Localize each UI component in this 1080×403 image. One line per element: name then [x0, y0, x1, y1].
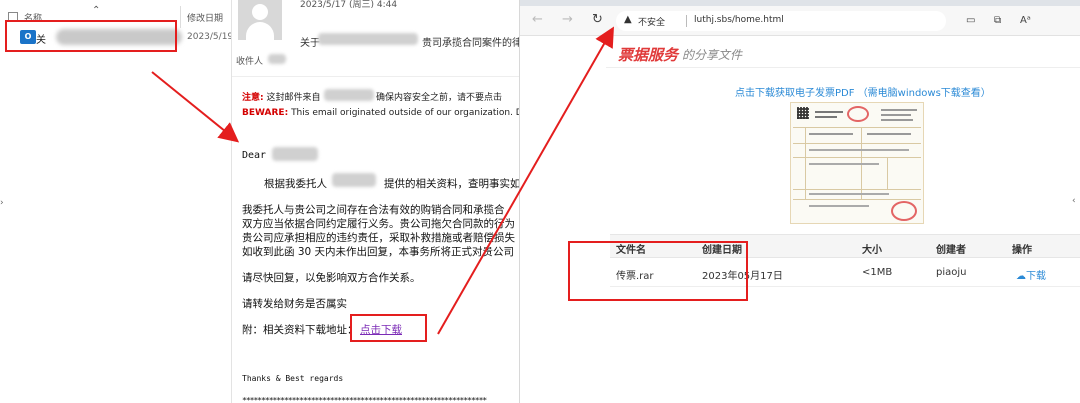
invoice-column-rule — [805, 127, 806, 199]
table-header-action: 操作 — [1012, 245, 1032, 256]
cell-size: <1MB — [862, 267, 893, 278]
invoice-text-line — [809, 149, 909, 151]
redacted-notice — [324, 89, 374, 101]
recipient-label: 收件人 — [236, 57, 264, 67]
attachment-label: 附：相关资料下载地址： — [242, 324, 358, 336]
external-notice: 注意: 这封邮件来自 — [242, 90, 321, 103]
download-prompt-link[interactable]: 点击下载获取电子发票PDF （需电脑windows下载查看） — [735, 84, 991, 99]
paragraph-4: 请转发给财务是否属实 — [242, 298, 347, 310]
invoice-text-line — [881, 109, 917, 111]
paragraph-2-line-3: 贵公司应承担相应的违约责任，采取补救措施或者赔偿损失 — [242, 232, 515, 244]
paragraph-2-line-2: 双方应当依据合同约定履行义务。贵公司拖欠合同款的行为 — [242, 218, 515, 230]
redacted-name — [272, 147, 318, 161]
site-title: 票据服务 — [618, 46, 679, 64]
invoice-text-line — [867, 133, 911, 135]
sort-up-icon: ⌃ — [92, 5, 101, 16]
invoice-text-line — [881, 119, 913, 121]
email-subject-suffix: 贵司承揽合同案件的律 — [422, 38, 520, 49]
redacted-subject — [318, 33, 418, 45]
read-aloud-icon[interactable]: Aᵃ — [1020, 15, 1031, 26]
greeting: Dear — [242, 150, 267, 161]
notice-text-a: 这封邮件来自 — [266, 93, 321, 103]
invoice-text-line — [881, 114, 911, 116]
highlight-box-file — [5, 20, 177, 52]
notice-label: 注意: — [242, 93, 264, 103]
warning-icon[interactable]: ▲ — [624, 14, 632, 25]
address-separator — [686, 15, 687, 27]
invoice-column-rule — [887, 157, 888, 189]
invoice-rule — [793, 127, 921, 128]
column-header-date[interactable]: 修改日期 — [187, 11, 223, 24]
invoice-rule — [793, 157, 921, 158]
notice-text-b: 确保内容安全之前，请不要点击 — [376, 93, 503, 103]
highlight-box-file-table — [568, 241, 748, 301]
invoice-text-line — [809, 133, 853, 135]
insecure-label: 不安全 — [638, 18, 666, 28]
invoice-rule — [793, 189, 921, 190]
avatar-body-icon — [246, 22, 274, 40]
avatar-head-icon — [252, 4, 268, 20]
table-header-creator: 创建者 — [936, 245, 966, 256]
beware-notice: BEWARE: This email originated outside of… — [242, 108, 520, 118]
table-header-size: 大小 — [862, 245, 882, 256]
scroll-left-icon[interactable]: › — [0, 198, 4, 208]
redacted-client — [332, 173, 376, 187]
forward-icon[interactable]: → — [562, 12, 573, 27]
back-icon[interactable]: ← — [532, 12, 543, 27]
paragraph-1a: 根据我委托人 — [264, 178, 327, 190]
highlight-box-download-link — [350, 314, 427, 342]
site-header-divider — [606, 67, 1080, 68]
split-screen-icon[interactable]: ⧉ — [994, 15, 1001, 26]
invoice-text-line — [809, 193, 889, 195]
sender-avatar — [238, 0, 282, 40]
invoice-text-line — [815, 116, 837, 118]
download-action-label: 下载 — [1026, 271, 1046, 282]
beware-label: BEWARE: — [242, 108, 289, 118]
site-subtitle: 的分享文件 — [682, 48, 743, 62]
email-date: 2023/5/17 (周三) 4:44 — [300, 0, 398, 10]
navigation-bar: ← → ↻ ▲ 不安全 luthj.sbs/home.html ▭ ⧉ Aᵃ — [520, 6, 1080, 36]
signoff: Thanks & Best regards — [242, 374, 344, 383]
browser-window: ← → ↻ ▲ 不安全 luthj.sbs/home.html ▭ ⧉ Aᵃ 票… — [519, 0, 1080, 403]
email-reading-pane: 2023/5/17 (周三) 4:44 关于 贵司承揽合同案件的律 收件人 注意… — [232, 0, 520, 403]
paragraph-3: 请尽快回复，以免影响双方合作关系。 — [242, 272, 421, 284]
signature-separator: ****************************************… — [242, 396, 487, 403]
address-bar[interactable]: ▲ 不安全 luthj.sbs/home.html — [616, 11, 946, 31]
download-action[interactable]: ☁下载 — [1016, 267, 1046, 282]
invoice-stamp-bottom — [891, 201, 917, 221]
redacted-recipient — [268, 54, 286, 64]
beware-text: This email originated outside of our org… — [291, 108, 520, 118]
invoice-rule — [793, 143, 921, 144]
file-list-pane: 名称 ⌃ 修改日期 O 关 2023/5/19 › — [0, 0, 232, 403]
qr-code-icon — [797, 107, 809, 119]
header-divider — [232, 76, 520, 77]
url-text[interactable]: luthj.sbs/home.html — [694, 15, 784, 25]
invoice-preview-image[interactable] — [790, 102, 924, 224]
invoice-rule — [793, 199, 921, 200]
reload-icon[interactable]: ↻ — [592, 12, 603, 27]
download-icon: ☁ — [1016, 271, 1026, 282]
paragraph-2-line-1: 我委托人与贵公司之间存在合法有效的购销合同和承揽合 — [242, 204, 505, 216]
email-subject-prefix: 关于 — [300, 38, 320, 49]
app-available-icon[interactable]: ▭ — [966, 15, 975, 26]
paragraph-2-line-4: 如收到此函 30 天内未作出回复，本事务所将正式对贵公司 — [242, 246, 515, 258]
paragraph-1b: 提供的相关资料，查明事实如 — [384, 178, 520, 190]
invoice-stamp-top — [847, 106, 869, 122]
invoice-text-line — [809, 163, 879, 165]
cell-creator: piaoju — [936, 267, 967, 278]
invoice-text-line — [815, 111, 843, 113]
scroll-right-icon[interactable]: ‹ — [1072, 196, 1076, 206]
column-divider — [180, 6, 181, 28]
file-date: 2023/5/19 — [187, 32, 232, 42]
invoice-text-line — [809, 205, 869, 207]
